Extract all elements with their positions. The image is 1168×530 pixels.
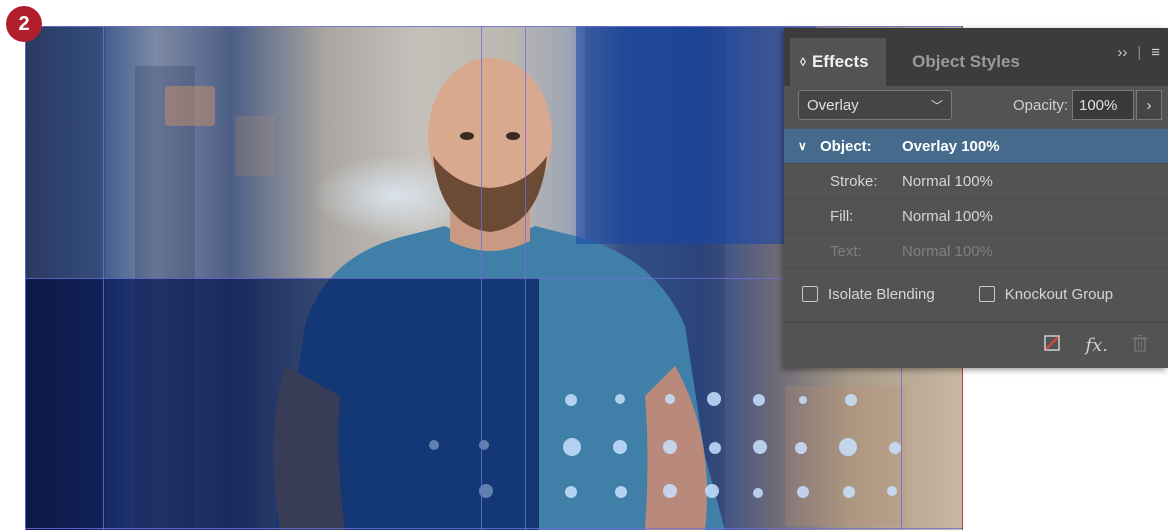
blend-mode-dropdown[interactable]: Overlay ﹀: [798, 90, 952, 120]
blend-mode-value: Overlay: [807, 96, 859, 114]
dot: [663, 440, 677, 454]
dot: [795, 442, 807, 454]
opacity-value: 100%: [1079, 96, 1118, 114]
dot: [565, 486, 577, 498]
isolate-blending-checkbox[interactable]: Isolate Blending: [802, 286, 935, 303]
opacity-input[interactable]: 100%: [1072, 90, 1134, 120]
warehouse-box: [785, 386, 905, 526]
row-text: Text: Normal 100%: [784, 234, 1168, 269]
tab-object-styles[interactable]: Object Styles: [896, 38, 1036, 86]
knockout-group-checkbox[interactable]: Knockout Group: [978, 285, 1114, 303]
dot: [615, 486, 627, 498]
sort-arrows-icon: ◊: [800, 55, 806, 69]
dot: [709, 442, 721, 454]
dot: [889, 442, 901, 454]
row-value: Normal 100%: [902, 207, 993, 225]
tab-object-styles-label: Object Styles: [912, 52, 1020, 71]
expand-panel-icon[interactable]: ››: [1117, 44, 1127, 61]
row-value: Overlay 100%: [902, 137, 1000, 155]
dot: [845, 394, 857, 406]
dot: [839, 438, 857, 456]
dot: [613, 440, 627, 454]
dot: [665, 394, 675, 404]
step-badge: 2: [6, 6, 42, 42]
dot: [753, 488, 763, 498]
checkbox-box[interactable]: [978, 286, 995, 302]
checkbox-row: Isolate Blending Knockout Group: [802, 280, 1168, 308]
opacity-slider-button[interactable]: ›: [1136, 90, 1162, 120]
tab-effects[interactable]: ◊ Effects: [790, 38, 886, 86]
checkbox-box[interactable]: [802, 286, 818, 302]
effects-panel: ◊ Effects Object Styles ›› | ≡ Overlay ﹀…: [784, 28, 1168, 368]
warehouse-box: [165, 86, 215, 126]
dot: [707, 392, 721, 406]
row-stroke[interactable]: Stroke: Normal 100%: [784, 164, 1168, 199]
panel-tools: ›› | ≡: [1117, 44, 1160, 61]
checkbox-label: Knockout Group: [1004, 285, 1114, 303]
divider: |: [1137, 44, 1142, 61]
panel-tab-bar: ◊ Effects Object Styles ›› | ≡: [784, 28, 1168, 86]
dot: [565, 394, 577, 406]
row-object[interactable]: ∨ Object: Overlay 100%: [784, 129, 1168, 164]
dot: [887, 486, 897, 496]
dot: [663, 484, 677, 498]
dot: [753, 440, 767, 454]
fx-icon[interactable]: fx.: [1085, 335, 1108, 356]
chevron-down-icon[interactable]: ∨: [798, 139, 807, 153]
chevron-down-icon: ﹀: [930, 98, 943, 113]
chevron-right-icon: ›: [1146, 96, 1152, 114]
row-guide: [25, 26, 962, 27]
trash-icon[interactable]: [1132, 334, 1148, 357]
checkbox-label: Isolate Blending: [828, 285, 935, 303]
dot: [797, 486, 809, 498]
blue-overlay-rectangle-top[interactable]: [576, 26, 816, 244]
row-value: Normal 100%: [902, 172, 993, 190]
row-label: Fill:: [830, 207, 854, 225]
row-label: Object:: [820, 137, 872, 155]
row-label: Text:: [830, 242, 862, 260]
dot: [799, 396, 807, 404]
dot: [429, 440, 439, 450]
dot: [753, 394, 765, 406]
panel-menu-icon[interactable]: ≡: [1151, 44, 1160, 61]
row-value: Normal 100%: [902, 242, 993, 260]
row-label: Stroke:: [830, 172, 878, 190]
clear-effects-icon[interactable]: [1043, 334, 1061, 357]
tab-effects-label: Effects: [811, 52, 869, 71]
row-guide: [25, 528, 962, 529]
dot: [705, 484, 719, 498]
panel-footer: fx.: [784, 322, 1168, 368]
dot: [843, 486, 855, 498]
row-fill[interactable]: Fill: Normal 100%: [784, 199, 1168, 234]
opacity-label: Opacity:: [1012, 96, 1068, 114]
dot: [563, 438, 581, 456]
dot: [615, 394, 625, 404]
blend-row: Overlay ﹀ Opacity: 100% ›: [798, 90, 1162, 120]
